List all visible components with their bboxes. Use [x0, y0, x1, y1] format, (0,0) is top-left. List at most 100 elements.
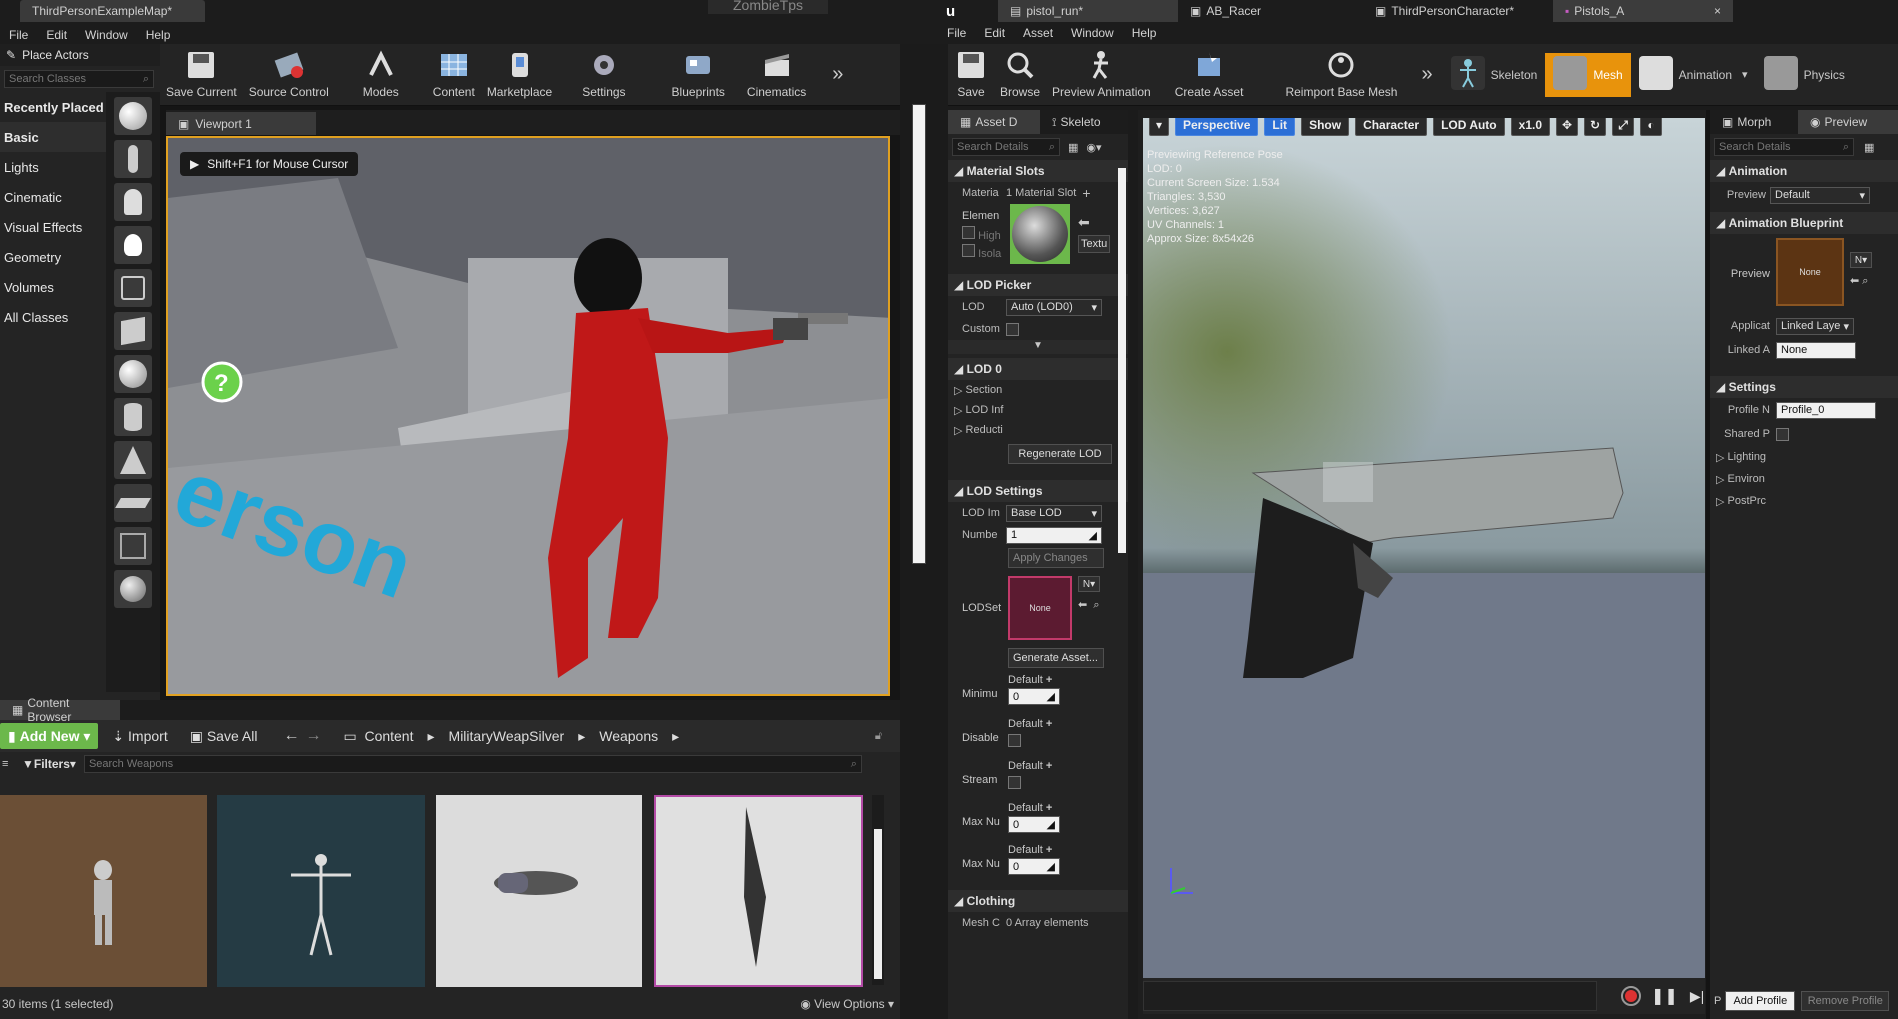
side-scrollbar[interactable] — [912, 104, 926, 564]
save-all-button[interactable]: ▣ Save All — [190, 728, 258, 745]
category-recently-placed[interactable]: Recently Placed — [0, 92, 106, 122]
lod-import-select[interactable]: Base LOD ▾ — [1006, 504, 1102, 522]
tab-preview-scene[interactable]: ◉ Preview — [1798, 110, 1898, 134]
asset-thumbnail-mannequin[interactable] — [0, 795, 207, 987]
perspective-button[interactable]: Perspective — [1175, 118, 1259, 136]
use-selected-arrow-icon[interactable]: ⬅ ⌕ — [1850, 274, 1872, 288]
section-clothing[interactable]: ◢ Clothing — [948, 890, 1128, 912]
tab-asset-details[interactable]: ▦ Asset D — [948, 110, 1040, 134]
source-control-button[interactable]: Source Control — [243, 47, 335, 103]
chevron-down-icon[interactable]: ▾ — [1742, 68, 1748, 81]
add-profile-button[interactable]: Add Profile — [1725, 991, 1796, 1011]
expand-advanced-icon[interactable]: ▼ — [948, 340, 1128, 354]
postprocess-row[interactable]: ▷ PostPrc — [1710, 490, 1898, 512]
menu-help[interactable]: Help — [137, 28, 180, 42]
use-selected-arrow-icon[interactable]: ⬅ — [1078, 214, 1110, 231]
toolbar-overflow-icon[interactable]: » — [1421, 63, 1432, 86]
remove-profile-button[interactable]: Remove Profile — [1801, 991, 1890, 1011]
category-visual-effects[interactable]: Visual Effects — [0, 212, 106, 242]
tab-viewport-1[interactable]: ▣ Viewport 1 — [166, 112, 316, 135]
eye-icon[interactable]: ◉▾ — [1086, 141, 1101, 154]
use-selected-arrow-icon[interactable]: ⬅ ⌕ — [1078, 598, 1100, 612]
lod-auto-button[interactable]: LOD Auto — [1433, 118, 1505, 136]
mode-animation[interactable]: Animation ▾ — [1631, 53, 1756, 97]
forward-arrow-icon[interactable]: → — [305, 727, 321, 745]
scale-tool-icon[interactable]: ⤢ — [1612, 118, 1634, 136]
menu-file[interactable]: File — [0, 28, 37, 42]
close-icon[interactable]: × — [1714, 4, 1721, 18]
tab-thirdperson-character[interactable]: ▣ ThirdPersonCharacter* — [1363, 0, 1553, 22]
timeline-area[interactable] — [1143, 981, 1597, 1011]
show-button[interactable]: Show — [1301, 118, 1350, 136]
disable-checkbox[interactable] — [1008, 734, 1021, 747]
save-current-button[interactable]: Save Current — [160, 47, 243, 103]
add-icon[interactable]: + — [1046, 718, 1052, 730]
section-animation[interactable]: ◢ Animation — [1710, 160, 1898, 182]
category-basic[interactable]: Basic — [0, 122, 106, 152]
add-new-button[interactable]: ▮ Add New ▾ — [0, 723, 99, 749]
material-thumbnail[interactable] — [1010, 204, 1070, 264]
cone-icon[interactable] — [114, 441, 152, 479]
breadcrumb-militaryweapsilver[interactable]: MilitaryWeapSilver — [449, 728, 565, 744]
profile-name-input[interactable]: Profile_0 — [1776, 401, 1876, 419]
sources-toggle-icon[interactable]: ≡ — [2, 758, 16, 770]
lighting-row[interactable]: ▷ Lighting — [1710, 446, 1898, 468]
mode-skeleton[interactable]: Skeleton — [1443, 53, 1546, 97]
breadcrumb-content[interactable]: Content — [364, 728, 413, 744]
step-forward-icon[interactable]: ▶| — [1690, 988, 1704, 1005]
minimum-lod-input[interactable]: 0 ◢ — [1008, 688, 1060, 705]
tab-pistols-a[interactable]: ▪ Pistols_A × — [1553, 0, 1733, 22]
textures-button[interactable]: Textu — [1078, 235, 1110, 253]
tab-content-browser[interactable]: ▦ Content Browser — [0, 696, 120, 724]
add-icon[interactable]: + — [1046, 760, 1052, 772]
lod0-reduction-row[interactable]: ▷ Reducti — [948, 420, 1128, 440]
asset-thumbnail-bullet[interactable] — [436, 795, 642, 987]
sphere-trigger-icon[interactable] — [114, 570, 152, 608]
custom-checkbox[interactable] — [1006, 322, 1019, 336]
section-animation-blueprint[interactable]: ◢ Animation Blueprint — [1710, 212, 1898, 234]
anim-bp-dropdown[interactable]: N ▾ — [1850, 252, 1872, 268]
environment-row[interactable]: ▷ Environ — [1710, 468, 1898, 490]
category-lights[interactable]: Lights — [0, 152, 106, 182]
category-cinematic[interactable]: Cinematic — [0, 182, 106, 212]
shared-checkbox[interactable] — [1776, 427, 1789, 441]
modes-button[interactable]: Modes — [357, 47, 405, 103]
filters-button[interactable]: ▼ Filters ▾ — [22, 757, 76, 771]
character-button[interactable]: Character — [1355, 118, 1428, 136]
add-icon[interactable]: + — [1046, 844, 1052, 856]
character-icon[interactable] — [114, 140, 152, 178]
search-weapons-input[interactable]: Search Weapons ⌕ — [83, 755, 862, 773]
lod0-info-row[interactable]: ▷ LOD Inf — [948, 400, 1128, 420]
apply-changes-button[interactable]: Apply Changes — [1008, 548, 1104, 568]
search-classes-input[interactable]: Search Classes ⌕ — [4, 70, 154, 88]
generate-asset-button[interactable]: Generate Asset... — [1008, 648, 1104, 668]
section-lod-settings[interactable]: ◢ LOD Settings — [948, 480, 1128, 502]
back-arrow-icon[interactable]: ← — [283, 727, 299, 745]
browse-button[interactable]: Browse — [994, 47, 1046, 103]
breadcrumb-weapons[interactable]: Weapons — [599, 728, 658, 744]
section-material-slots[interactable]: ◢ Material Slots — [948, 160, 1128, 182]
menu-help[interactable]: Help — [1123, 26, 1166, 40]
view-options-button[interactable]: ◉ View Options ▾ — [800, 997, 894, 1011]
menu-asset[interactable]: Asset — [1014, 26, 1062, 40]
create-asset-button[interactable]: Create Asset — [1169, 47, 1250, 103]
add-icon[interactable]: + — [1046, 674, 1052, 686]
menu-window[interactable]: Window — [76, 28, 137, 42]
category-all-classes[interactable]: All Classes — [0, 302, 106, 332]
marketplace-button[interactable]: Marketplace — [481, 47, 558, 103]
lodset-thumbnail[interactable]: None — [1008, 576, 1072, 640]
cube-icon[interactable] — [114, 312, 152, 350]
category-volumes[interactable]: Volumes — [0, 272, 106, 302]
max-num-input[interactable]: 0 ◢ — [1008, 858, 1060, 875]
category-geometry[interactable]: Geometry — [0, 242, 106, 272]
move-tool-icon[interactable]: ✥ — [1556, 118, 1578, 136]
tab-ab-racer[interactable]: ▣ AB_Racer — [1178, 0, 1363, 22]
camera-icon[interactable]: ◐ — [1640, 118, 1662, 136]
isola-checkbox[interactable] — [962, 244, 975, 257]
grid-view-icon[interactable]: ▦ — [1068, 141, 1078, 154]
save-button[interactable]: Save — [948, 47, 994, 103]
viewport-options-button[interactable]: ▾ — [1149, 118, 1169, 136]
menu-file[interactable]: File — [938, 26, 975, 40]
cylinder-icon[interactable] — [114, 398, 152, 436]
import-button[interactable]: ⇣ Import — [112, 728, 167, 745]
